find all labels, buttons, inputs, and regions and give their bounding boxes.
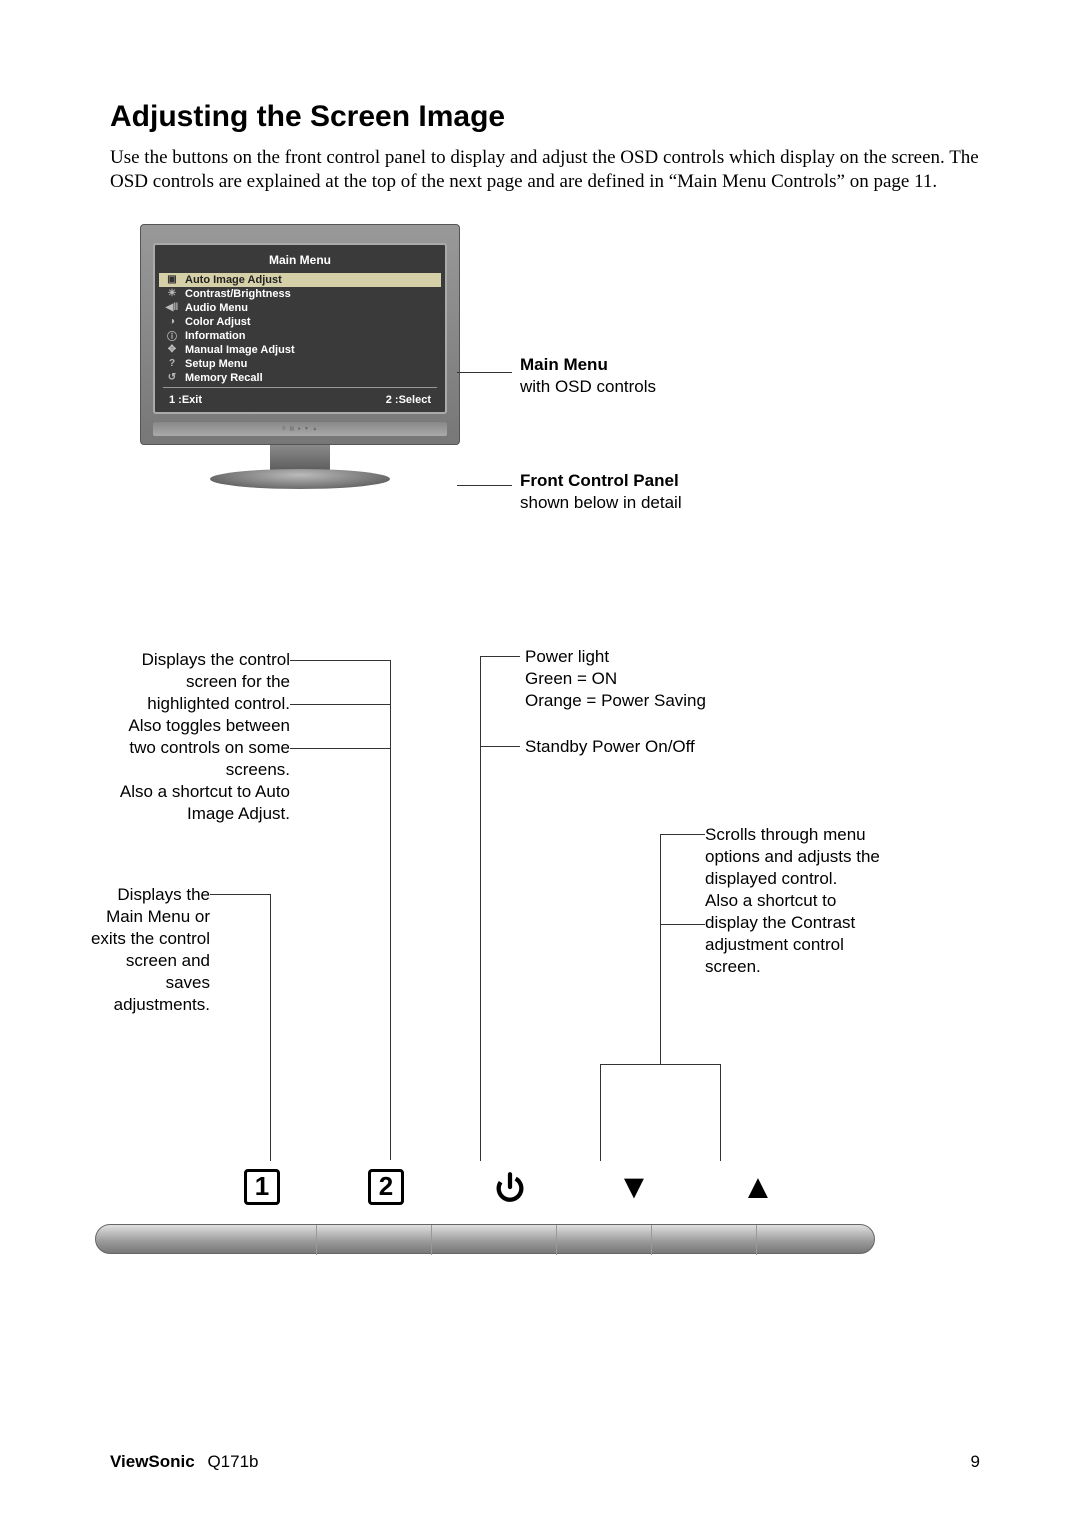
callout-front-panel-title: Front Control Panel [520,471,679,490]
osd-item: ◀‖ Audio Menu [159,301,441,315]
button-1[interactable]: 1 [244,1169,280,1205]
monitor-base [210,469,390,489]
osd-item-label: Audio Menu [185,302,248,314]
leader-vline [480,656,481,1161]
up-arrow-button[interactable]: ▲ [740,1169,776,1205]
leader-line [660,924,705,925]
front-panel-bar [95,1224,875,1254]
callout-main-menu: Main Menu with OSD controls [520,354,656,398]
osd-title: Main Menu [159,249,441,273]
leader-line [660,834,705,835]
osd-item-icon: ↺ [165,372,179,384]
osd-item-label: Contrast/Brightness [185,288,291,300]
osd-item-label: Information [185,330,246,342]
leader-line [457,485,512,486]
intro-paragraph: Use the buttons on the front control pan… [110,146,980,194]
osd-item-icon: ☀ [165,288,179,300]
osd-item: ☀ Contrast/Brightness [159,287,441,301]
leader-vline [600,1064,601,1161]
osd-item: ↺ Memory Recall [159,371,441,385]
osd-item: ? Setup Menu [159,357,441,371]
diagram-area: Main Menu ▣ Auto Image Adjust ☀ Contrast/Br… [110,224,980,1344]
leader-line [290,660,390,661]
callout-power-d: Standby Power On/Off [525,737,695,756]
footer-page-number: 9 [971,1452,980,1472]
leader-line [290,748,390,749]
callout-btn1: Displays the Main Menu or exits the cont… [91,885,210,1014]
panel-divider [556,1225,557,1255]
leader-line [480,746,520,747]
callout-standby: Standby Power On/Off [525,736,695,758]
power-button[interactable] [492,1169,528,1205]
osd-item: ▣ Auto Image Adjust [159,273,441,287]
leader-vline [270,894,271,1161]
leader-vline [390,660,391,1160]
osd-footer-exit: 1 :Exit [169,394,202,406]
osd-item-icon: ▣ [165,274,179,286]
footer-brand: ViewSonic [110,1452,195,1471]
osd-item-list: ▣Auto Image Adjust☀Contrast/Brightness◀‖… [159,273,441,385]
button-2[interactable]: 2 [368,1169,404,1205]
callout-btn2-a: Displays the control screen for the high… [142,650,290,713]
osd-item-label: Setup Menu [185,358,247,370]
callout-power: Power light Green = ON Orange = Power Sa… [525,646,706,712]
osd-item-icon: ◑ [165,316,179,328]
osd-footer-select: 2 :Select [386,394,431,406]
osd-item-icon: ◀‖ [165,302,179,314]
osd-footer: 1 :Exit 2 :Select [159,390,441,408]
callout-main-menu-sub: with OSD controls [520,377,656,396]
callout-power-a: Power light [525,647,609,666]
panel-divider [756,1225,757,1255]
monitor-bezel: Main Menu ▣ Auto Image Adjust ☀ Contrast/Br… [140,224,460,445]
osd-item-icon: ✥ [165,344,179,356]
monitor-illustration: Main Menu ▣ Auto Image Adjust ☀ Contrast/Br… [140,224,460,489]
osd-item-label: Memory Recall [185,372,263,384]
down-arrow-button[interactable]: ▼ [616,1169,652,1205]
panel-divider [316,1225,317,1255]
callout-button-2: Displays the control screen for the high… [100,649,290,826]
osd-item-icon: ? [165,358,179,370]
callout-btn2-b: Also toggles between two controls on som… [128,716,290,779]
osd-item-label: Color Adjust [185,316,251,328]
triangle-down-icon: ▼ [617,1170,651,1204]
osd-item: ✥ Manual Image Adjust [159,343,441,357]
osd-menu: Main Menu ▣ Auto Image Adjust ☀ Contrast/Br… [153,243,447,414]
bezel-button-strip: ① ▤ ● ▼ ▲ [153,422,447,436]
osd-item: ⓘ Information [159,329,441,343]
callout-front-panel-sub: shown below in detail [520,493,682,512]
page-heading: Adjusting the Screen Image [110,100,980,134]
callout-button-1: Displays the Main Menu or exits the cont… [80,884,210,1017]
osd-item-icon: ⓘ [165,330,179,342]
callout-arrows: Scrolls through menu options and adjusts… [705,824,885,979]
leader-line [290,704,390,705]
callout-power-c: Orange = Power Saving [525,691,706,710]
osd-item: ◑ Color Adjust [159,315,441,329]
front-panel-buttons: 1 2 ▼ ▲ [200,1169,820,1205]
leader-vline [720,1064,721,1161]
footer-model: Q171b [207,1452,258,1471]
callout-main-menu-title: Main Menu [520,355,608,374]
leader-line [457,372,512,373]
panel-divider [431,1225,432,1255]
leader-vline [660,834,661,1064]
triangle-up-icon: ▲ [741,1170,775,1204]
power-icon [493,1170,527,1204]
callout-front-panel: Front Control Panel shown below in detai… [520,470,682,514]
panel-divider [651,1225,652,1255]
leader-line [600,1064,720,1065]
leader-line [210,894,270,895]
callout-arrows-b: Also a shortcut to display the Contrast … [705,891,855,976]
page-footer: ViewSonic Q171b 9 [110,1452,980,1472]
osd-item-label: Manual Image Adjust [185,344,295,356]
osd-divider [163,387,437,388]
callout-arrows-a: Scrolls through menu options and adjusts… [705,825,880,888]
osd-item-label: Auto Image Adjust [185,274,282,286]
callout-power-b: Green = ON [525,669,617,688]
callout-btn2-c: Also a shortcut to Auto Image Adjust. [120,782,290,823]
leader-line [480,656,520,657]
